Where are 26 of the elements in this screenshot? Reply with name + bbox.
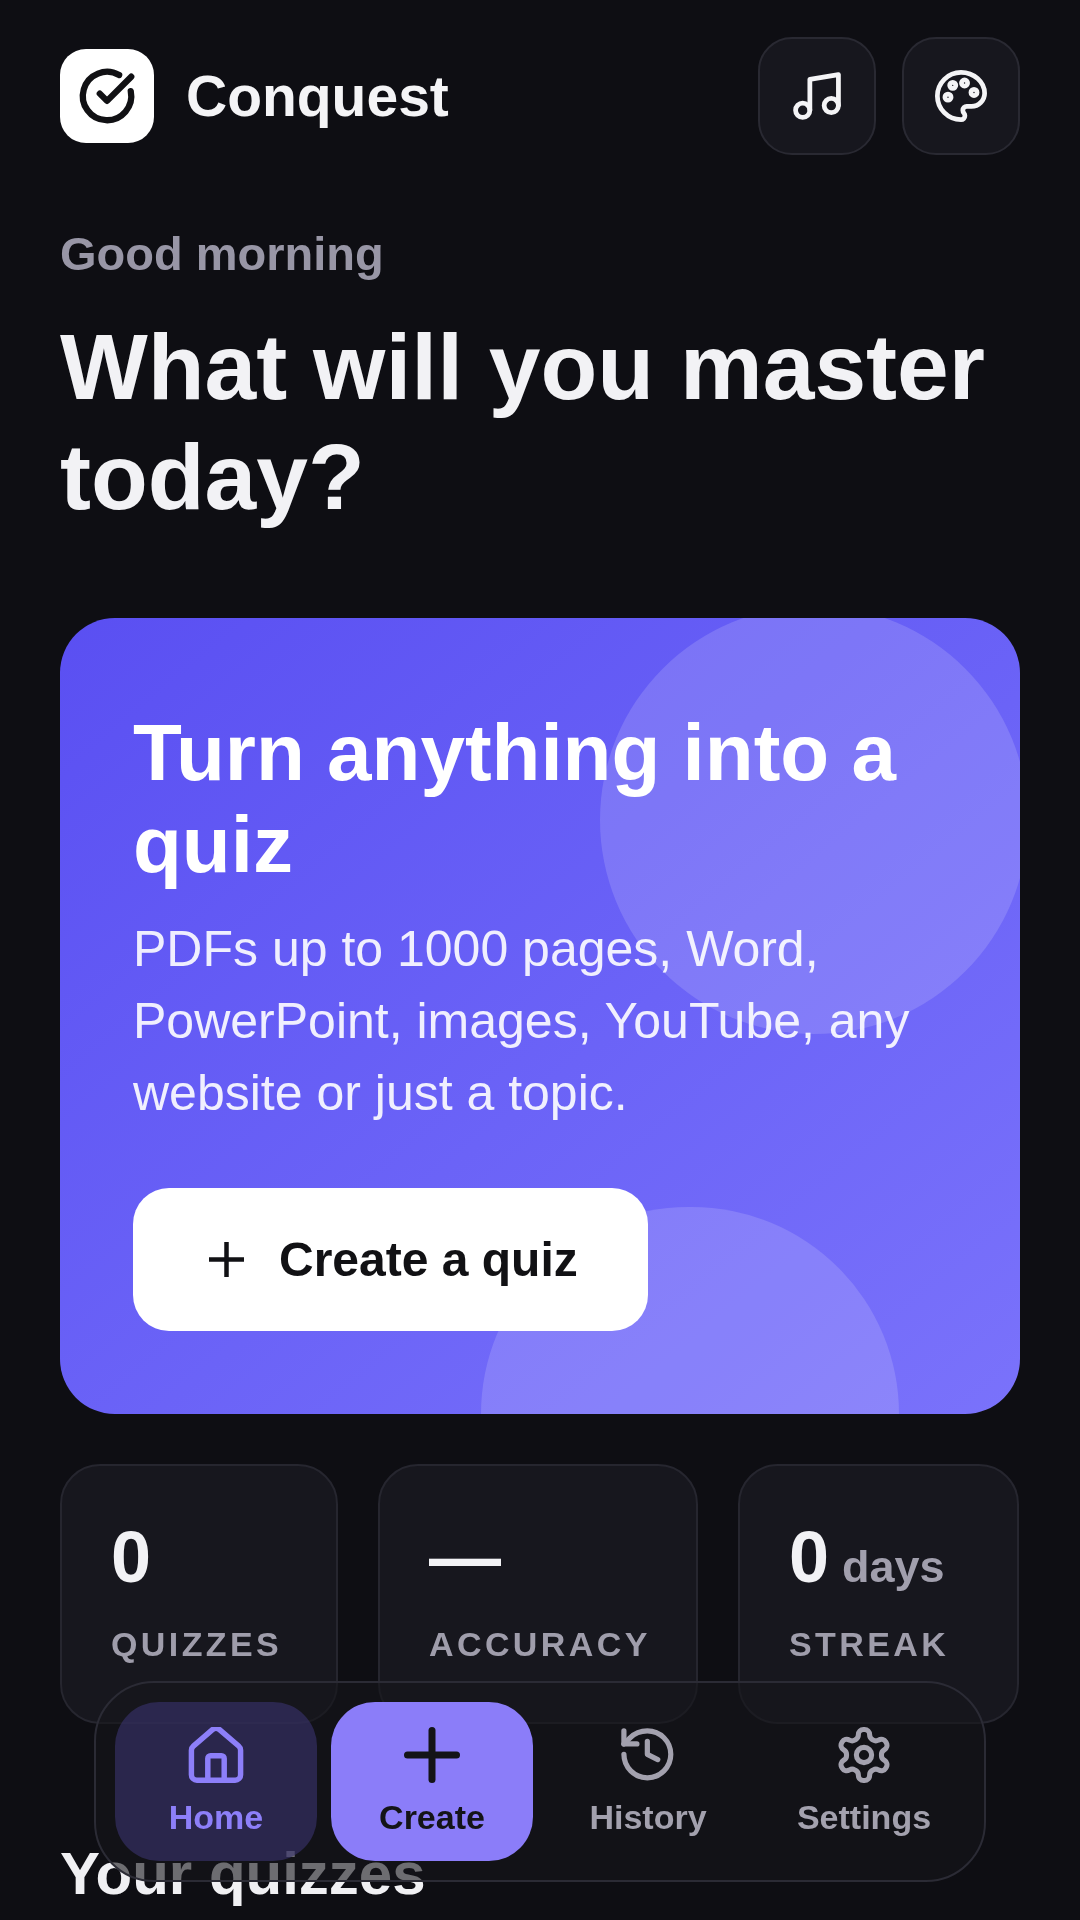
- greeting-text: Good morning: [60, 227, 385, 281]
- home-icon: [188, 1726, 244, 1783]
- stat-label: STREAK: [789, 1624, 951, 1664]
- hero-title: Turn anything into a quiz: [133, 707, 898, 891]
- stat-unit: days: [842, 1541, 945, 1593]
- music-icon: [792, 70, 842, 121]
- logo-icon: [60, 48, 154, 143]
- stat-label: QUIZZES: [111, 1624, 284, 1664]
- stat-value: 0: [111, 1521, 152, 1593]
- stat-value: —: [429, 1521, 501, 1593]
- stat-label: ACCURACY: [429, 1624, 652, 1664]
- music-button[interactable]: [758, 36, 876, 155]
- stat-value: 0: [789, 1521, 830, 1593]
- history-icon: [620, 1726, 676, 1783]
- palette-button[interactable]: [902, 36, 1020, 155]
- headline: What will you master today?: [60, 314, 986, 531]
- create-quiz-button[interactable]: Create a quiz: [133, 1188, 648, 1331]
- app-title: Conquest: [186, 63, 449, 128]
- hero-description: PDFs up to 1000 pages, Word, PowerPoint, images, YouTube, any website or just a topic.: [133, 920, 911, 1123]
- settings-tab[interactable]: Settings: [763, 1702, 965, 1861]
- create-button[interactable]: Create: [331, 1702, 533, 1861]
- settings-icon: [836, 1726, 892, 1783]
- plus-icon: [209, 1242, 244, 1277]
- history-tab[interactable]: History: [547, 1702, 749, 1861]
- plus-icon: [404, 1726, 460, 1783]
- palette-icon: [935, 69, 987, 122]
